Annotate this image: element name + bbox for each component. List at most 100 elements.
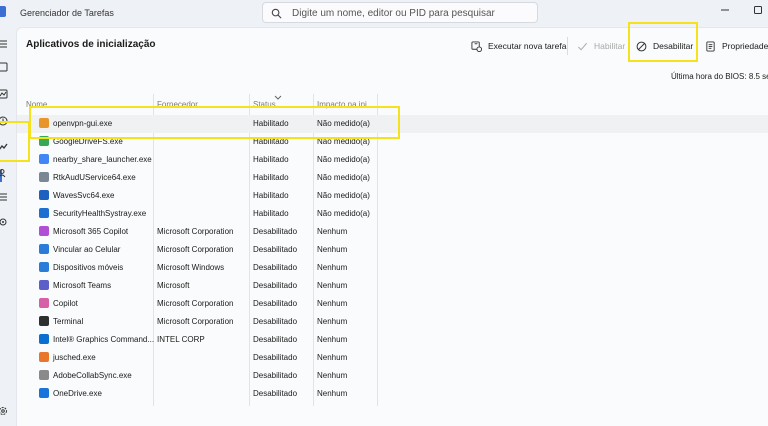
cell-impact: Nenhum [317,389,348,398]
cell-name: AdobeCollabSync.exe [53,371,132,380]
toolbar-separator [567,37,568,55]
bios-value: 8.5 seg [748,72,768,81]
nearby-share-icon [39,154,49,164]
nav-processes-icon[interactable] [0,60,14,74]
cell-impact: Não medido(a) [317,209,370,218]
cell-impact: Nenhum [317,317,348,326]
bios-label: Última hora do BIOS: [671,72,747,81]
cell-status: Habilitado [253,173,289,182]
table-row[interactable]: Microsoft Teams Microsoft Desabilitado Nenh… [17,277,768,295]
cell-publisher: Microsoft [157,281,190,290]
cell-status: Desabilitado [253,371,298,380]
cell-name: SecurityHealthSystray.exe [53,209,147,218]
cell-impact: Nenhum [317,335,348,344]
cell-name: Terminal [53,317,84,326]
cell-status: Desabilitado [253,353,298,362]
search-input[interactable]: Digite um nome, editor ou PID para pesqu… [262,2,538,23]
table-row[interactable]: Intel® Graphics Command... INTEL CORP Desa… [17,331,768,349]
cell-name: OneDrive.exe [53,389,102,398]
main-panel: Aplicativos de inicialização Executar no… [16,27,768,426]
highlight-startup-nav [0,121,30,162]
cell-publisher: Microsoft Corporation [157,317,234,326]
task-manager-icon [0,6,6,17]
cell-impact: Nenhum [317,299,348,308]
java-icon [39,352,49,362]
window-title: Gerenciador de Tarefas [20,8,114,18]
run-task-icon [471,40,482,52]
table-row[interactable]: OneDrive.exe Desabilitado Nenhum [17,385,768,403]
terminal-icon [39,316,49,326]
teams-icon [39,280,49,290]
intel-graphics-icon [39,334,49,344]
nav-performance-icon[interactable] [0,87,14,101]
table-row[interactable]: jusched.exe Desabilitado Nenhum [17,349,768,367]
cell-status: Desabilitado [253,389,298,398]
cell-publisher: INTEL CORP [157,335,205,344]
cell-publisher: Microsoft Corporation [157,227,234,236]
minimize-icon[interactable] [718,3,732,17]
cell-impact: Não medido(a) [317,155,370,164]
cell-impact: Nenhum [317,245,348,254]
waves-icon [39,190,49,200]
nav-details-icon[interactable] [0,190,14,204]
maximize-icon[interactable] [751,3,765,17]
cell-status: Desabilitado [253,335,298,344]
cell-impact: Nenhum [317,371,348,380]
cell-status: Habilitado [253,191,289,200]
check-icon [577,42,588,51]
table-row[interactable]: Vincular ao Celular Microsoft Corporation… [17,241,768,259]
nav-settings-icon[interactable] [0,404,14,418]
search-icon [271,8,282,19]
cell-status: Desabilitado [253,245,298,254]
properties-label: Propriedades [722,41,768,51]
onedrive-icon [39,388,49,398]
nav-menu-icon[interactable] [0,37,14,51]
cell-name: nearby_share_launcher.exe [53,155,152,164]
shield-icon [39,208,49,218]
table-row[interactable]: nearby_share_launcher.exe Habilitado Não m… [17,151,768,169]
cell-publisher: Microsoft Corporation [157,299,234,308]
enable-label: Habilitar [594,41,626,51]
cell-status: Habilitado [253,155,289,164]
table-row[interactable]: Dispositivos móveis Microsoft Windows Desa… [17,259,768,277]
table-row[interactable]: AdobeCollabSync.exe Desabilitado Nenhum [17,367,768,385]
m365-copilot-icon [39,226,49,236]
nav-services-icon[interactable] [0,215,14,229]
mobile-devices-icon [39,262,49,272]
cell-status: Desabilitado [253,227,298,236]
adobe-icon [39,370,49,380]
properties-icon [706,40,715,52]
cell-name: Copilot [53,299,78,308]
cell-name: Dispositivos móveis [53,263,124,272]
cell-status: Desabilitado [253,263,298,272]
cell-status: Desabilitado [253,299,298,308]
cell-publisher: Microsoft Windows [157,263,225,272]
cell-publisher: Microsoft Corporation [157,245,234,254]
table-row[interactable]: Copilot Microsoft Corporation Desabilitado… [17,295,768,313]
cell-impact: Não medido(a) [317,173,370,182]
run-new-task-button[interactable]: Executar nova tarefa [471,37,566,55]
run-new-task-label: Executar nova tarefa [488,41,567,51]
table-row[interactable]: RtkAudUService64.exe Habilitado Não medido… [17,169,768,187]
cell-impact: Nenhum [317,281,348,290]
cell-name: Intel® Graphics Command... [53,335,155,344]
table-row[interactable]: SecurityHealthSystray.exe Habilitado Não m… [17,205,768,223]
bios-time: Última hora do BIOS: 8.5 seg [671,72,768,81]
cell-name: WavesSvc64.exe [53,191,115,200]
highlight-disable-button [628,22,698,62]
left-nav [0,27,15,426]
cell-impact: Nenhum [317,353,348,362]
cell-name: Vincular ao Celular [53,245,121,254]
realtek-icon [39,172,49,182]
properties-button[interactable]: Propriedades [705,37,768,55]
highlight-openvpn-row [29,106,400,139]
nav-users-icon[interactable] [0,166,14,180]
table-row[interactable]: Terminal Microsoft Corporation Desabilitad… [17,313,768,331]
table-row[interactable]: WavesSvc64.exe Habilitado Não medido(a) [17,187,768,205]
search-placeholder: Digite um nome, editor ou PID para pesqu… [292,8,495,19]
cell-name: RtkAudUService64.exe [53,173,136,182]
enable-button[interactable]: Habilitar [577,37,625,55]
cell-status: Desabilitado [253,317,298,326]
cell-impact: Nenhum [317,227,348,236]
table-row[interactable]: Microsoft 365 Copilot Microsoft Corporati… [17,223,768,241]
